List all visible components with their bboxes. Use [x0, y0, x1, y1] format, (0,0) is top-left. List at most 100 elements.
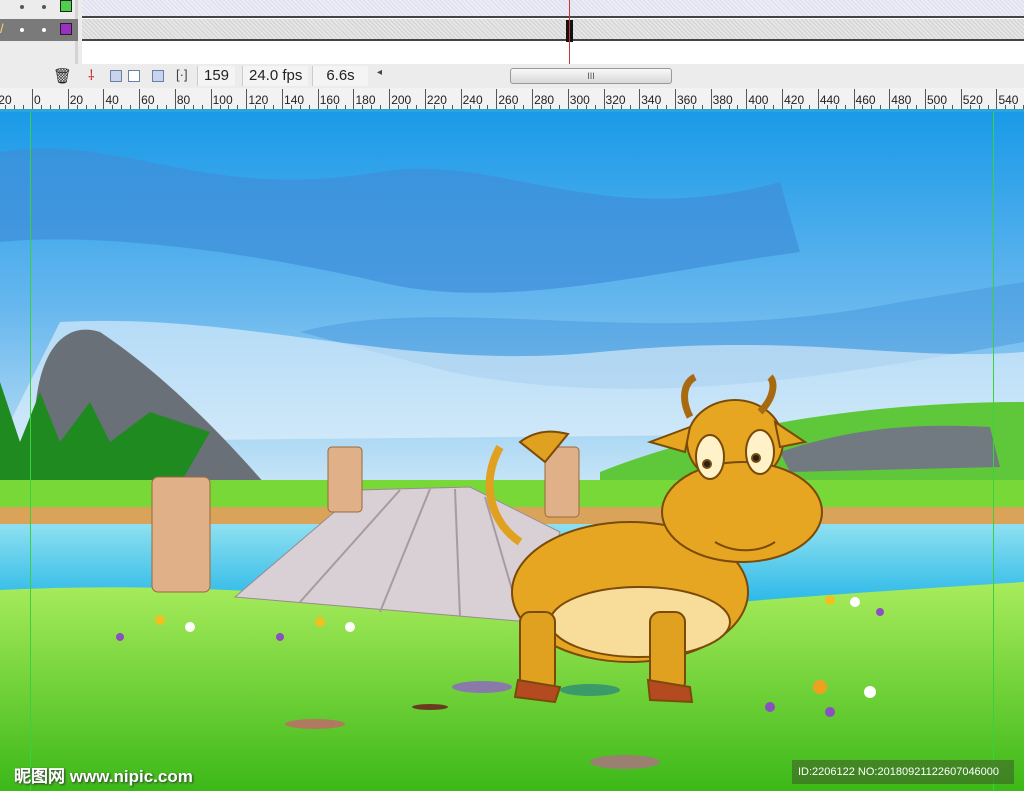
layer-outline-swatch[interactable]: [60, 0, 72, 12]
ruler-label: 380: [712, 93, 733, 107]
ruler-tick: [183, 105, 185, 109]
layer-row-selected[interactable]: /: [0, 19, 78, 41]
ruler-tick: [737, 105, 739, 109]
ruler-tick: [853, 89, 855, 109]
frame-grid[interactable]: [82, 0, 1024, 64]
ruler-tick: [567, 89, 569, 109]
ruler-tick: [389, 89, 391, 109]
ruler-tick: [201, 105, 203, 109]
ruler-tick: [228, 105, 230, 109]
ruler-tick: [157, 105, 159, 109]
ruler-tick: [121, 105, 123, 109]
onion-skin-outlines-icon[interactable]: [128, 70, 140, 82]
ruler-tick: [148, 105, 150, 109]
scroll-left-arrow-icon[interactable]: ◂: [377, 67, 382, 78]
ruler-tick: [103, 89, 105, 109]
ruler-tick: [576, 105, 578, 109]
center-frame-icon[interactable]: ⸸: [88, 66, 95, 85]
stage-canvas[interactable]: 昵图网 www.nipic.com ID:2206122 NO:20180921…: [0, 112, 1024, 791]
ruler-tick: [460, 89, 462, 109]
ruler-label: 220: [426, 93, 447, 107]
ruler-tick: [165, 105, 167, 109]
ruler-tick: [1005, 105, 1007, 109]
ruler-tick: [639, 89, 641, 109]
ruler-label: 540: [998, 93, 1019, 107]
trash-icon[interactable]: 🗑: [53, 67, 72, 85]
edit-multiple-frames-icon[interactable]: [152, 70, 164, 82]
ruler-label: 520: [962, 93, 983, 107]
ruler-label: 280: [534, 93, 555, 107]
ruler-tick: [701, 105, 703, 109]
ruler-tick: [648, 105, 650, 109]
lock-dot[interactable]: [42, 5, 46, 9]
ruler-tick: [371, 105, 373, 109]
ruler-tick: [621, 105, 623, 109]
frame-row[interactable]: [82, 0, 1024, 18]
ruler-tick: [630, 105, 632, 109]
ruler-tick: [612, 105, 614, 109]
guide-line[interactable]: [993, 112, 994, 791]
ruler-tick: [782, 89, 784, 109]
ruler-tick: [380, 105, 382, 109]
ruler-label: 140: [284, 93, 305, 107]
ruler-label: 200: [391, 93, 412, 107]
horizontal-scrollbar[interactable]: III: [510, 68, 672, 84]
ruler-tick: [603, 89, 605, 109]
ruler-tick: [505, 105, 507, 109]
ruler-tick: [933, 105, 935, 109]
ruler-tick: [898, 105, 900, 109]
ruler-tick: [558, 105, 560, 109]
ruler-label: 420: [784, 93, 805, 107]
ruler-tick: [523, 105, 525, 109]
ruler-tick: [487, 105, 489, 109]
ruler-tick: [433, 105, 435, 109]
ruler-tick: [683, 105, 685, 109]
ruler-tick: [210, 89, 212, 109]
ruler-tick: [666, 105, 668, 109]
layer-row[interactable]: [0, 0, 78, 18]
ruler-tick: [451, 105, 453, 109]
horizontal-ruler: 20 0 20 40 60 80 100 120 140 160 180 200 220 240 260 28…: [0, 88, 1024, 112]
visibility-dot[interactable]: [20, 28, 24, 32]
timeline-toolbar: 🗑 ⸸ [·] 159 24.0 fps 6.6s ◂ III: [0, 64, 1024, 88]
frame-rate[interactable]: 24.0 fps: [242, 66, 309, 86]
ruler-tick: [5, 105, 7, 109]
ruler-tick: [799, 105, 801, 109]
ruler-tick: [496, 89, 498, 109]
modify-markers-icon[interactable]: [·]: [176, 67, 188, 82]
lock-dot[interactable]: [42, 28, 46, 32]
ruler-tick: [532, 89, 534, 109]
layer-outline-swatch[interactable]: [60, 23, 72, 35]
ruler-tick: [996, 89, 998, 109]
ruler-tick: [978, 105, 980, 109]
current-frame[interactable]: 159: [197, 66, 236, 86]
frame-row[interactable]: [82, 19, 1024, 41]
ruler-label: 300: [569, 93, 590, 107]
scene-illustration: [0, 112, 1024, 791]
ruler-tick: [299, 105, 301, 109]
ruler-tick: [174, 89, 176, 109]
watermark-logo: 昵图网 www.nipic.com: [14, 767, 193, 786]
visibility-dot[interactable]: [20, 5, 24, 9]
ruler-tick: [674, 89, 676, 109]
ruler-tick: [916, 105, 918, 109]
ruler-tick: [219, 105, 221, 109]
ruler-tick: [282, 89, 284, 109]
ruler-tick: [728, 105, 730, 109]
ruler-tick: [326, 105, 328, 109]
onion-skin-icon[interactable]: [110, 70, 122, 82]
ruler-tick: [835, 105, 837, 109]
ruler-tick: [344, 105, 346, 109]
guide-line[interactable]: [30, 112, 31, 791]
playhead[interactable]: [569, 0, 570, 66]
ruler-tick: [1014, 105, 1016, 109]
ruler-tick: [907, 105, 909, 109]
elapsed-time: 6.6s: [312, 66, 368, 86]
ruler-tick: [478, 105, 480, 109]
ruler-label: 400: [748, 93, 769, 107]
ruler-tick: [255, 105, 257, 109]
ruler-tick: [442, 105, 444, 109]
ruler-label: 440: [819, 93, 840, 107]
ruler-tick: [549, 105, 551, 109]
timeline-panel: / 🗑 ⸸ [·] 159 24.0 fps 6.6s ◂ III: [0, 0, 1024, 88]
